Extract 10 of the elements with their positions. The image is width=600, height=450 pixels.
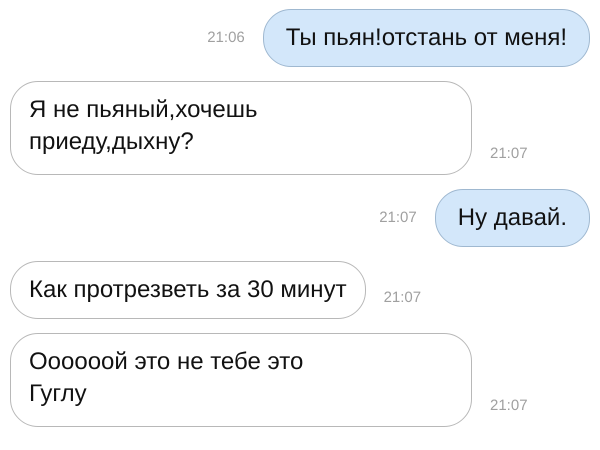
message-text: Ну давай. xyxy=(458,203,567,233)
message-text: Я не пьяный,хочешь приеду,дыхну? xyxy=(29,95,259,157)
message-time: 21:07 xyxy=(384,288,422,308)
message-time: 21:07 xyxy=(490,396,528,416)
message-time: 21:07 xyxy=(379,208,417,228)
message-time: 21:06 xyxy=(207,28,245,48)
message-text: Как протрезветь за 30 минут xyxy=(29,275,347,305)
message-time: 21:07 xyxy=(490,144,528,164)
message-text: Оооооой это не тебе это Гуглу xyxy=(29,347,304,409)
message-text: Ты пьян!отстань от меня! xyxy=(286,23,567,53)
